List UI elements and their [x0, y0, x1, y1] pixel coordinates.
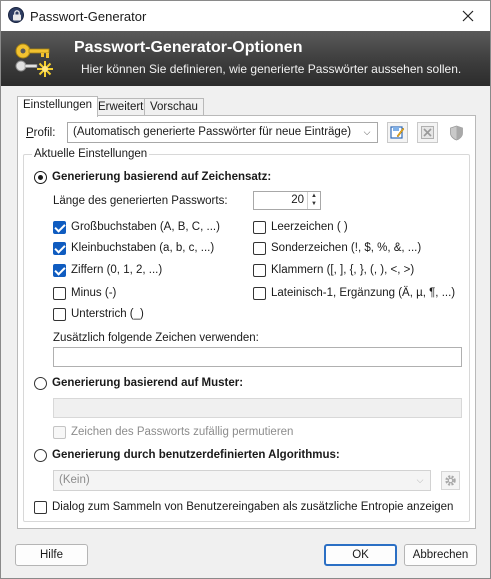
permute-label: Zeichen des Passworts zufällig permutier… [71, 426, 294, 438]
tab-erweitert[interactable]: Erweitert [92, 98, 150, 116]
algorithm-mode-label: Generierung durch benutzerdefinierten Al… [52, 449, 340, 461]
save-profile-icon [390, 126, 405, 139]
close-icon [462, 10, 474, 22]
minus-label: Minus (-) [71, 287, 117, 299]
lowercase-checkbox[interactable] [53, 242, 66, 255]
special-checkbox[interactable] [253, 242, 266, 255]
special-label: Sonderzeichen (!, $, %, &, ...) [271, 242, 422, 254]
ok-button[interactable]: OK [324, 544, 397, 566]
password-generator-dialog: Passwort-Generator Passwort-Generator-Op… [0, 0, 491, 579]
algorithm-settings-button[interactable] [441, 471, 460, 490]
save-profile-button[interactable] [387, 122, 408, 143]
delete-profile-button[interactable] [417, 122, 438, 143]
spin-up-icon[interactable]: ▲ [308, 192, 320, 200]
security-profile-button[interactable] [446, 122, 467, 143]
cancel-button[interactable]: Abbrechen [404, 544, 477, 566]
algorithm-mode-radio[interactable] [34, 449, 47, 462]
uppercase-label: Großbuchstaben (A, B, C, ...) [71, 221, 220, 233]
latin1-checkbox[interactable] [253, 287, 266, 300]
space-checkbox[interactable] [253, 221, 266, 234]
entropy-checkbox[interactable] [34, 501, 47, 514]
banner-title: Passwort-Generator-Optionen [74, 39, 303, 56]
shield-icon [450, 125, 463, 140]
underscore-checkbox[interactable] [53, 308, 66, 321]
pattern-mode-label: Generierung basierend auf Muster: [52, 377, 244, 389]
delete-icon [421, 126, 434, 139]
tab-einstellungen[interactable]: Einstellungen [17, 96, 99, 117]
banner-subtitle: Hier können Sie definieren, wie generier… [81, 62, 462, 76]
underscore-label: Unterstrich (_) [71, 308, 144, 320]
profile-select-value: (Automatisch generierte Passwörter für n… [73, 126, 352, 138]
profile-label: Profil: [26, 127, 56, 139]
charset-mode-radio[interactable] [34, 171, 47, 184]
brackets-label: Klammern ([, ], {, }, (, ), <, >) [271, 264, 415, 276]
header-banner: Passwort-Generator-Optionen Hier können … [1, 31, 490, 86]
keys-generator-icon [15, 43, 53, 77]
window-title: Passwort-Generator [30, 9, 147, 24]
length-stepper[interactable]: 20 ▲ ▼ [253, 191, 321, 210]
algorithm-select[interactable]: (Kein) ⌵ [53, 470, 431, 491]
length-label: Länge des generierten Passworts: [53, 195, 228, 207]
lowercase-label: Kleinbuchstaben (a, b, c, ...) [71, 242, 215, 254]
close-button[interactable] [450, 3, 486, 29]
extra-chars-label: Zusätzlich folgende Zeichen verwenden: [53, 332, 259, 344]
extra-chars-input[interactable] [53, 347, 462, 367]
profile-select[interactable]: (Automatisch generierte Passwörter für n… [67, 122, 378, 143]
minus-checkbox[interactable] [53, 287, 66, 300]
help-button[interactable]: Hilfe [15, 544, 88, 566]
length-value: 20 [291, 194, 304, 206]
permute-checkbox[interactable] [53, 426, 66, 439]
charset-mode-label: Generierung basierend auf Zeichensatz: [52, 171, 272, 183]
latin1-label: Lateinisch-1, Ergänzung (Ä, µ, ¶, ...) [271, 287, 456, 299]
brackets-checkbox[interactable] [253, 264, 266, 277]
gear-icon [445, 475, 456, 486]
space-label: Leerzeichen ( ) [271, 221, 348, 233]
title-bar: Passwort-Generator [1, 1, 490, 31]
chevron-down-icon: ⌵ [416, 474, 424, 485]
algorithm-select-value: (Kein) [59, 474, 90, 486]
app-lock-icon [8, 7, 24, 23]
spin-down-icon[interactable]: ▼ [308, 200, 320, 208]
length-spin-buttons[interactable]: ▲ ▼ [307, 192, 320, 209]
pattern-mode-radio[interactable] [34, 377, 47, 390]
pattern-input[interactable] [53, 398, 462, 418]
digits-checkbox[interactable] [53, 264, 66, 277]
entropy-label: Dialog zum Sammeln von Benutzereingaben … [52, 501, 454, 513]
digits-label: Ziffern (0, 1, 2, ...) [71, 264, 163, 276]
current-settings-title: Aktuelle Einstellungen [32, 148, 150, 160]
uppercase-checkbox[interactable] [53, 221, 66, 234]
tab-vorschau[interactable]: Vorschau [144, 98, 204, 116]
chevron-down-icon: ⌵ [363, 126, 371, 137]
